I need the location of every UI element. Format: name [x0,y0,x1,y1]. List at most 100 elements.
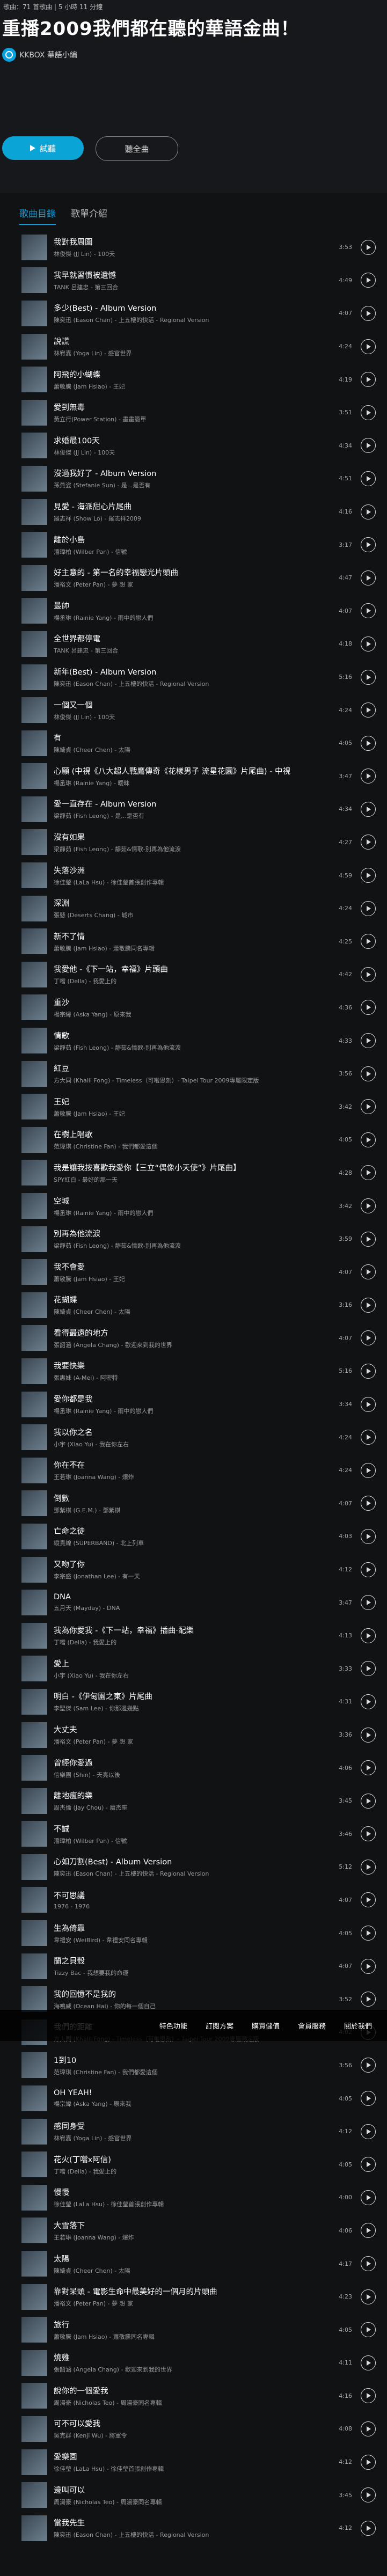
song-artist[interactable]: 范瑋琪 (Christine Fan) - 我們都愛這個 [54,1142,326,1151]
song-row[interactable]: 太陽 陳綺貞 (Cheer Chen) - 太陽 4:17 [21,2247,376,2280]
song-artist[interactable]: 潘瑋柏 (Wilber Pan) - 信號 [54,1836,326,1845]
song-title[interactable]: 大雪落下 [54,2220,326,2231]
song-artist[interactable]: 丁噹 (Della) - 我愛上的 [54,2167,326,2176]
song-row[interactable]: 我以你之名 小宇 (Xiao Yu) - 我在你左右 4:24 [21,1421,376,1454]
song-artist[interactable]: 鄧紫棋 (G.E.M.) - 鄧紫棋 [54,1506,326,1514]
song-title[interactable]: 太陽 [54,2253,326,2264]
song-artist[interactable]: SPY紅白 - 最好的那一天 [54,1175,326,1184]
play-song-button[interactable] [361,1992,376,2007]
play-song-button[interactable] [361,1165,376,1181]
song-artist[interactable]: 羅志祥 (Show Lo) - 羅志祥2009 [54,514,326,523]
song-artist[interactable]: 梁靜茹 (Fish Leong) - 是...是否有 [54,811,326,820]
play-song-button[interactable] [361,305,376,321]
play-song-button[interactable] [361,1595,376,1611]
song-row[interactable]: 離於小島 潘瑋柏 (Wilber Pan) - 信號 3:17 [21,528,376,561]
song-row[interactable]: 說你的一個愛我 周湯豪 (Nicholas Teo) - 周湯豪同名專輯 4:16 [21,2380,376,2413]
song-artist[interactable]: 吳克群 (Kenji Wu) - 將軍令 [54,2431,326,2440]
song-title[interactable]: OH YEAH! [54,2089,326,2097]
song-row[interactable]: 感同身受 林宥嘉 (Yoga Lin) - 感官世界 4:12 [21,2115,376,2148]
song-title[interactable]: 心如刀割(Best) - Album Version [54,1856,326,1867]
song-title[interactable]: 1到10 [54,2054,326,2066]
song-title[interactable]: 愛上 [54,1658,326,1669]
song-title[interactable]: 失落沙洲 [54,865,326,876]
song-row[interactable]: 可不可以愛我 吳克群 (Kenji Wu) - 將軍令 4:08 [21,2412,376,2446]
song-title[interactable]: 看得最遠的地方 [54,1327,326,1338]
song-artist[interactable]: 丁噹 (Della) - 我愛上的 [54,1638,326,1646]
play-song-button[interactable] [361,1562,376,1577]
play-song-button[interactable] [361,735,376,751]
song-title[interactable]: 情歌 [54,1030,326,1041]
song-artist[interactable]: 林宥嘉 (Yoga Lin) - 感官世界 [54,2134,326,2142]
song-title[interactable]: 旅行 [54,2319,326,2330]
song-row[interactable]: 空城 楊丞琳 (Rainie Yang) - 雨中的戀人們 3:42 [21,1189,376,1223]
song-artist[interactable]: 張韶涵 (Angela Chang) - 歡迎來到我的世界 [54,1341,326,1349]
song-row[interactable]: 好主意的 - 第一名的幸福戀光片頭曲 潘裕文 (Peter Pan) - 夢 想 … [21,561,376,595]
play-song-button[interactable] [361,2388,376,2404]
play-song-button[interactable] [361,2058,376,2073]
song-row[interactable]: 當我先生 陳奕迅 (Eason Chan) - 上五樓的快活 - Regional… [21,2512,376,2545]
song-artist[interactable]: 小宇 (Xiao Yu) - 我在你左右 [54,1440,326,1448]
song-title[interactable]: 好主意的 - 第一名的幸福戀光片頭曲 [54,567,326,578]
song-title[interactable]: 別再為他流淚 [54,1228,326,1239]
song-artist[interactable]: 李聖傑 (Sam Lee) - 你那邊幾點 [54,1704,326,1713]
song-title[interactable]: 心願 (中視《八大超人戰鷹傳奇《花樣男子 流星花園》片尾曲) - 中視 [54,765,326,777]
song-row[interactable]: 有陳綺貞 (Cheer Chen) - 太陽 4:05 [21,727,376,760]
song-title[interactable]: 亡命之徒 [54,1525,326,1536]
song-artist[interactable]: 韋禮安 (WeiBird) - 韋禮安同名專輯 [54,1936,326,1944]
song-title[interactable]: 在樹上唱歌 [54,1129,326,1140]
play-song-button[interactable] [361,273,376,288]
song-row[interactable]: 不可思議 1976 - 1976 4:07 [21,1884,376,1917]
song-artist[interactable]: 潘裕文 (Peter Pan) - 夢 想 家 [54,580,326,589]
play-song-button[interactable] [361,2454,376,2470]
song-artist[interactable]: 徐佳瑩 (LaLa Hsu) - 徐佳瑩首張創作專輯 [54,2464,326,2473]
song-row[interactable]: 花火(丁噹x阿信) 丁噹 (Della) - 我愛上的 4:05 [21,2148,376,2181]
song-row[interactable]: 重沙 楊宗緯 (Aska Yang) - 原來我 4:36 [21,991,376,1024]
play-song-button[interactable] [361,2289,376,2304]
play-song-button[interactable] [361,1760,376,1776]
song-row[interactable]: 愛到無毒 黃立行(Power Station) - 畫畫簡單 3:51 [21,396,376,429]
play-song-button[interactable] [361,801,376,817]
song-row[interactable]: 蘭之貝殼 Tizzy Bac - 我想要我的命運 4:07 [21,1950,376,1983]
play-song-button[interactable] [361,2124,376,2139]
song-artist[interactable]: 林宥嘉 (Yoga Lin) - 感官世界 [54,349,326,357]
song-artist[interactable]: 范瑋琪 (Christine Fan) - 我們都愛這個 [54,2068,326,2076]
song-row[interactable]: 我對我周圍 林俊傑 (JJ Lin) - 100天 3:53 [21,231,376,264]
song-title[interactable]: 最帥 [54,600,326,611]
song-title[interactable]: 新不了情 [54,931,326,942]
song-artist[interactable]: 蕭敬騰 (Jam Hsiao) - 蕭敬騰同名專輯 [54,2332,326,2341]
song-artist[interactable]: 王若琳 (Joanna Wang) - 爆炸 [54,1473,326,1481]
song-row[interactable]: 愛上 小宇 (Xiao Yu) - 我在你左右 3:33 [21,1652,376,1686]
song-title[interactable]: 慢慢 [54,2186,326,2198]
song-row[interactable]: 求婚最100天 林俊傑 (JJ Lin) - 100天 4:34 [21,429,376,463]
song-title[interactable]: 見愛 - 海派甜心片尾曲 [54,501,326,512]
play-song-button[interactable] [361,934,376,949]
song-artist[interactable]: 周湯豪 (Nicholas Teo) - 周湯豪同名專輯 [54,2398,326,2407]
song-row[interactable]: 我為你愛我 -《下一站，幸福》插曲·配樂 丁噹 (Della) - 我愛上的 4:1… [21,1619,376,1652]
song-artist[interactable]: 蕭敬騰 (Jam Hsiao) - 蕭敬騰同名專輯 [54,944,326,953]
song-title[interactable]: 蘭之貝殼 [54,1955,326,1966]
song-row[interactable]: 大雪落下 王若琳 (Joanna Wang) - 爆炸 4:06 [21,2214,376,2248]
play-song-button[interactable] [361,1694,376,1709]
song-row[interactable]: 見愛 - 海派甜心片尾曲 羅志祥 (Show Lo) - 羅志祥2009 4:16 [21,495,376,529]
song-title[interactable]: DNA [54,1593,326,1601]
play-song-button[interactable] [361,1330,376,1346]
play-song-button[interactable] [361,339,376,354]
song-artist[interactable]: 徐佳瑩 (LaLa Hsu) - 徐佳瑩首張創作專輯 [54,878,326,887]
song-title[interactable]: 離於小島 [54,534,326,545]
nav-about[interactable]: 關於我們 [344,2021,372,2031]
song-artist[interactable]: 潘瑋柏 (Wilber Pan) - 信號 [54,547,326,556]
song-title[interactable]: 深淵 [54,897,326,909]
play-song-button[interactable] [361,537,376,553]
song-row[interactable]: 阿飛的小蝴蝶 蕭敬騰 (Jam Hsiao) - 王妃 4:19 [21,363,376,396]
play-song-button[interactable] [361,769,376,784]
song-artist[interactable]: 張惠妹 (A-Mei) - 阿密特 [54,1373,326,1382]
song-title[interactable]: 王妃 [54,1096,326,1107]
play-song-button[interactable] [361,2223,376,2238]
song-artist[interactable]: 蕭敬騰 (Jam Hsiao) - 王妃 [54,382,326,391]
song-title[interactable]: 曾經你愛過 [54,1757,326,1768]
song-title[interactable]: 離地瘦的樂 [54,1790,326,1801]
play-song-button[interactable] [361,1793,376,1809]
nav-plans[interactable]: 訂閱方案 [206,2021,233,2031]
song-title[interactable]: 說謊 [54,335,326,347]
play-song-button[interactable] [361,1000,376,1015]
